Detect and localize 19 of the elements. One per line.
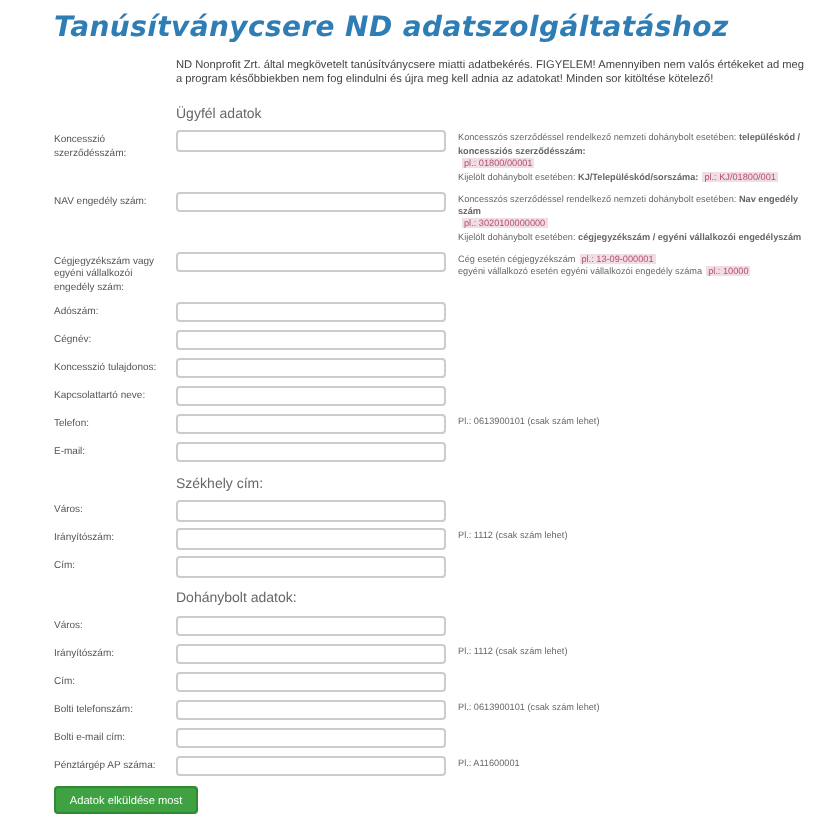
input-field[interactable] [176,441,446,463]
input-field[interactable] [176,643,446,665]
input-field[interactable] [176,699,446,721]
input-field[interactable] [176,251,446,273]
input-field[interactable] [176,671,446,693]
input-field[interactable] [176,615,446,637]
page-title: Tanúsítványcsere ND adatszolgáltatáshoz [54,12,731,44]
input-field[interactable] [176,385,446,407]
input-field[interactable] [176,500,446,522]
input-field[interactable] [176,413,446,435]
input-field[interactable] [176,191,446,213]
input-field[interactable] [176,301,446,323]
input-field[interactable] [176,755,446,777]
input-field[interactable] [176,528,446,550]
input-field[interactable] [176,357,446,379]
input-field[interactable] [176,329,446,351]
input-field[interactable] [176,556,446,578]
input-field[interactable] [176,130,446,152]
input-field[interactable] [176,727,446,749]
